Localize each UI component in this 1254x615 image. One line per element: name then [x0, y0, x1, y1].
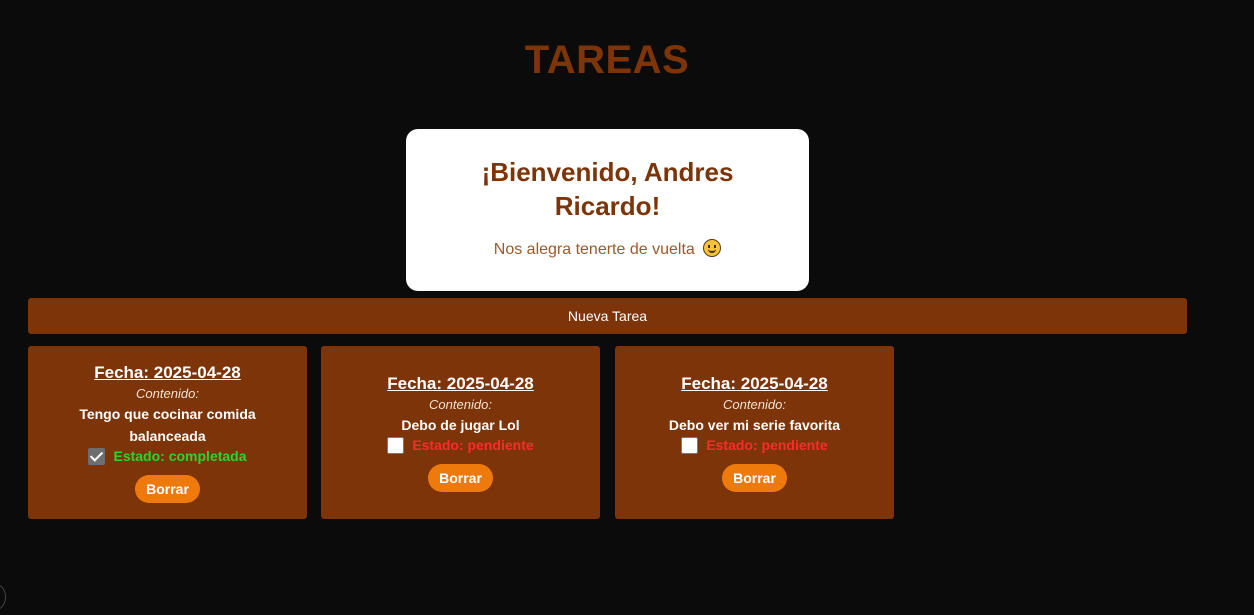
welcome-heading: ¡Bienvenido, Andres Ricardo!: [481, 157, 734, 221]
corner-circle-icon: [0, 584, 6, 610]
task-content-label: Contenido:: [429, 396, 492, 412]
page-title: TAREAS: [524, 38, 690, 82]
task-status: Estado: completada: [113, 448, 247, 464]
task-status-checkbox[interactable]: [88, 447, 106, 465]
welcome-message-row: Nos alegra tenerte de vuelta: [406, 239, 809, 259]
task-date: Fecha: 2025-04-28: [387, 373, 534, 393]
task-content-label: Contenido:: [723, 396, 786, 412]
delete-task-button[interactable]: Borrar: [722, 463, 787, 492]
new-task-button[interactable]: Nueva Tarea: [28, 298, 1187, 334]
task-status-checkbox[interactable]: [387, 436, 405, 454]
page: TAREAS ¡Bienvenido, Andres Ricardo! Nos …: [0, 0, 1254, 615]
task-status: Estado: pendiente: [706, 437, 828, 453]
task-status-row: Estado: pendiente: [681, 436, 828, 454]
task-card: Fecha: 2025-04-28 Contenido: Debo ver mi…: [615, 346, 894, 519]
task-content: Tengo que cocinar comida balanceada: [79, 405, 256, 444]
task-content: Debo ver mi serie favorita: [668, 416, 841, 433]
task-date: Fecha: 2025-04-28: [94, 362, 241, 382]
task-content: Debo de jugar Lol: [401, 416, 520, 433]
task-date: Fecha: 2025-04-28: [681, 373, 828, 393]
task-card: Fecha: 2025-04-28 Contenido: Debo de jug…: [321, 346, 600, 519]
welcome-message: Nos alegra tenerte de vuelta: [493, 241, 695, 258]
task-content-label: Contenido:: [136, 385, 199, 401]
welcome-card: ¡Bienvenido, Andres Ricardo! Nos alegra …: [406, 129, 809, 291]
checkmark-icon: [90, 448, 104, 462]
task-status-checkbox[interactable]: [681, 436, 699, 454]
delete-task-button[interactable]: Borrar: [135, 474, 200, 503]
task-status: Estado: pendiente: [412, 437, 534, 453]
smiling-face-icon: [703, 239, 722, 257]
task-status-row: Estado: completada: [88, 447, 247, 465]
task-card: Fecha: 2025-04-28 Contenido: Tengo que c…: [28, 346, 307, 519]
task-status-row: Estado: pendiente: [387, 436, 534, 454]
delete-task-button[interactable]: Borrar: [428, 463, 493, 492]
